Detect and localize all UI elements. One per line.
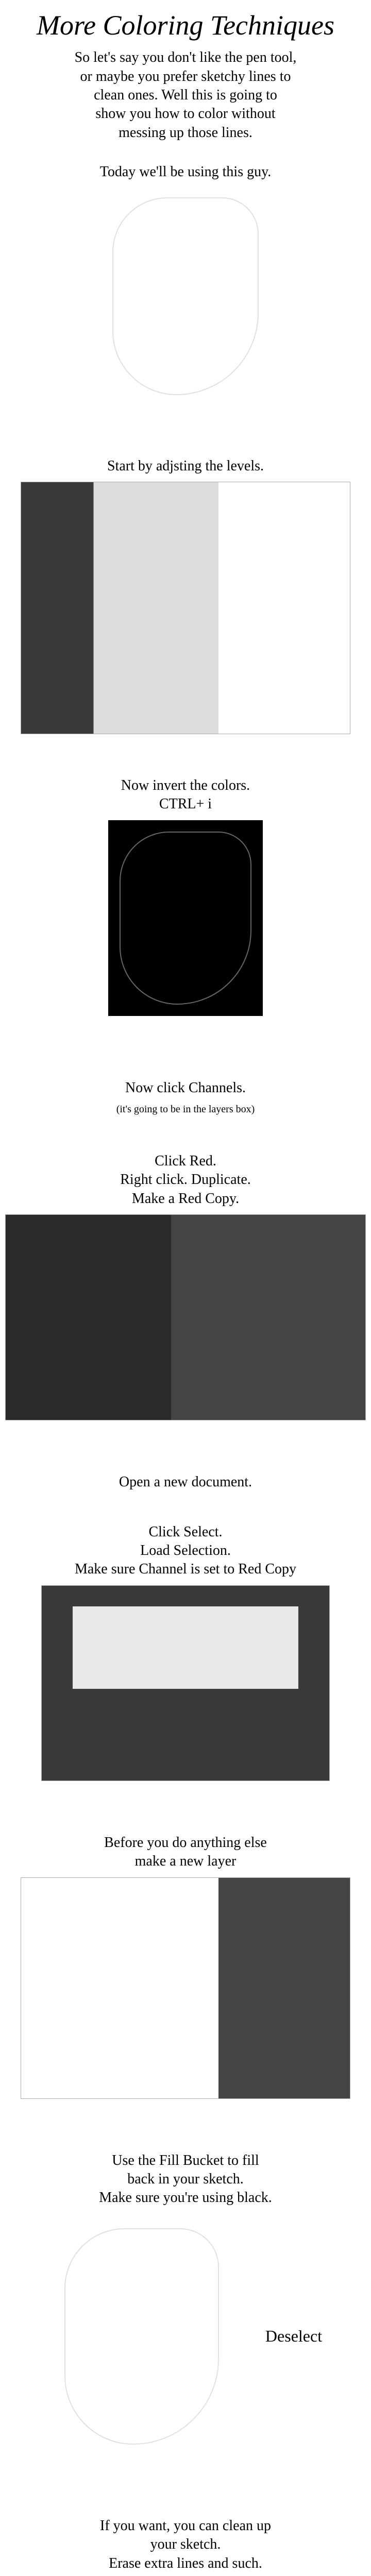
red-line: Make a Red Copy. (21, 1190, 350, 1208)
select-line: Make sure Channel is set to Red Copy (21, 1560, 350, 1579)
channels-note: (it's going to be in the layers box) (0, 1103, 371, 1116)
red-line: Right click. Duplicate. (21, 1171, 350, 1189)
red-block: Click Red. Right click. Duplicate. Make … (21, 1152, 350, 1208)
cleanup-line: Erase extra lines and such. (21, 2554, 350, 2573)
intro-line: clean ones. Well this is going to (21, 86, 350, 105)
select-line: Click Select. (21, 1523, 350, 1541)
select-line: Load Selection. (21, 1541, 350, 1560)
channels-line: Now click Channels. (21, 1079, 350, 1097)
intro-block: So let's say you don't like the pen tool… (21, 48, 350, 142)
today-line: Today we'll be using this guy. (21, 163, 350, 181)
screenshot-levels-dialog (21, 482, 350, 734)
intro-line: So let's say you don't like the pen tool… (21, 48, 350, 67)
invert-line: Now invert the colors. (21, 776, 350, 795)
fill-block: Use the Fill Bucket to fill back in your… (21, 2151, 350, 2208)
invert-shortcut: CTRL+ i (21, 795, 350, 814)
fill-line: Make sure you're using black. (21, 2189, 350, 2207)
screenshot-new-layer (21, 1877, 350, 2099)
page-title: More Coloring Techniques (0, 7, 371, 43)
select-block: Click Select. Load Selection. Make sure … (21, 1523, 350, 1579)
deselect-row: Deselect (10, 2213, 361, 2460)
intro-line: messing up those lines. (21, 124, 350, 142)
cleanup-line: If you want, you can clean up (21, 2517, 350, 2535)
figure-pose-filled (49, 2213, 234, 2460)
cleanup-block: If you want, you can clean up your sketc… (21, 2517, 350, 2573)
intro-line: or maybe you prefer sketchy lines to (21, 67, 350, 86)
deselect-label: Deselect (265, 2326, 322, 2347)
before-line: make a new layer (21, 1852, 350, 1871)
before-line: Before you do anything else (21, 1834, 350, 1852)
intro-line: show you how to color without (21, 105, 350, 123)
levels-line: Start by adjsting the levels. (21, 457, 350, 476)
invert-block: Now invert the colors. CTRL+ i (21, 776, 350, 814)
red-line: Click Red. (21, 1152, 350, 1171)
fill-line: Use the Fill Bucket to fill (21, 2151, 350, 2170)
figure-pose-sketch (103, 188, 268, 404)
cleanup-line: your sketch. (21, 2535, 350, 2554)
screenshot-load-selection-dialog (41, 1585, 330, 1781)
screenshot-channels-panel (5, 1214, 366, 1420)
fill-line: back in your sketch. (21, 2170, 350, 2189)
before-block: Before you do anything else make a new l… (21, 1834, 350, 1871)
figure-pose-inverted (108, 820, 263, 1016)
newdoc-line: Open a new document. (21, 1473, 350, 1492)
